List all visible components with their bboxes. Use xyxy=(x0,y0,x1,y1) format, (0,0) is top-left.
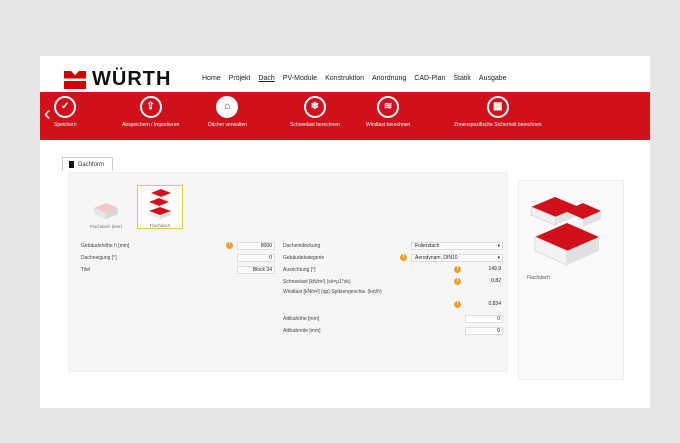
preview-caption: Flachdach xyxy=(527,275,551,281)
wurth-logo-icon xyxy=(64,70,86,89)
form-right: Dacheindeckung Foliendach Gebäudekategor… xyxy=(283,241,503,338)
nav-konstruktion[interactable]: Konstruktion xyxy=(325,75,364,82)
field-label: Schneelast [kN/m²] (sk=μ1*sk) xyxy=(283,278,351,285)
field-label: Attikabreite [mm] xyxy=(283,327,321,334)
action-toolbar: ‹ ✓ Speichern ⇪ Abspeichern / Importiere… xyxy=(40,92,650,140)
field-label: Titel xyxy=(81,266,91,273)
warning-icon[interactable]: ! xyxy=(400,254,407,261)
warning-icon[interactable]: ! xyxy=(454,266,461,273)
tab-dachform[interactable]: Dachform xyxy=(62,157,114,171)
field-label: Windlast [kN/m²] (qp) Spitzengeschw. (km… xyxy=(283,289,382,295)
flat-roof-icon xyxy=(149,189,171,219)
nav-home[interactable]: Home xyxy=(202,75,221,82)
roof-manage-icon: ⌂ xyxy=(216,96,239,118)
field-roof-covering: Dacheindeckung Foliendach xyxy=(283,241,503,250)
parapet-height-input[interactable]: 0 xyxy=(465,314,503,323)
form-left: Gebäudehöhe h [mm] ! 8000 Dachneigung [°… xyxy=(81,241,275,277)
calc-icon: ▦ xyxy=(486,96,509,118)
warning-icon[interactable]: ! xyxy=(454,301,461,308)
building-height-input[interactable]: 8000 xyxy=(237,241,275,250)
back-chevron-icon[interactable]: ‹ xyxy=(44,104,51,124)
roof-type-selector: Flachdach (leer) Flachdach xyxy=(83,185,183,229)
field-label: Attikahöhe [mm] xyxy=(283,315,320,322)
field-building-category: Gebäudekategorie ! Aerodynam. DIN10 xyxy=(283,253,503,262)
field-label: Dachneigung [°] xyxy=(81,254,117,261)
wind-load-label: Windlast berechnen xyxy=(366,122,411,128)
save-button[interactable]: ✓ Speichern xyxy=(54,96,77,128)
nav-pv-module[interactable]: PV-Module xyxy=(283,75,317,82)
nav-cad-plan[interactable]: CAD-Plan xyxy=(414,75,445,82)
nav-projekt[interactable]: Projekt xyxy=(229,75,251,82)
document-icon xyxy=(69,161,74,168)
top-navigation: Home Projekt Dach PV-Module Konstruktion… xyxy=(202,75,507,82)
snow-icon: ❄ xyxy=(303,96,326,118)
flat-roof-empty-icon xyxy=(94,203,118,219)
export-import-label: Abspeichern / Importieren xyxy=(122,122,180,128)
roof-covering-select[interactable]: Foliendach xyxy=(411,241,503,250)
tab-dachform-label: Dachform xyxy=(78,161,105,168)
field-parapet-height: Attikahöhe [mm] 0 xyxy=(283,314,503,323)
zone-safety-label: Zonenspezifische Sicherheit berechnen xyxy=(454,122,542,128)
field-parapet-width: Attikabreite [mm] 0 xyxy=(283,326,503,335)
warning-icon[interactable]: ! xyxy=(454,278,461,285)
field-label: Gebäudekategorie xyxy=(283,254,325,261)
field-label: Ausrichtung [°] xyxy=(283,266,316,273)
wind-icon: ≋ xyxy=(377,96,400,118)
export-import-button[interactable]: ⇪ Abspeichern / Importieren xyxy=(122,96,179,128)
nav-statik[interactable]: Statik xyxy=(453,75,471,82)
roof-thumb-flat-empty-label: Flachdach (leer) xyxy=(89,224,123,229)
field-label: Gebäudehöhe h [mm] xyxy=(81,242,130,249)
wurth-logo[interactable]: WÜRTH xyxy=(64,68,171,91)
roof-preview-illustration xyxy=(530,197,601,266)
roof-thumb-flat-empty[interactable]: Flachdach (leer) xyxy=(83,185,129,229)
roof-form-panel: Flachdach (leer) Flachdach Gebäudehöhe h… xyxy=(68,172,508,372)
app-window: WÜRTH Home Projekt Dach PV-Module Konstr… xyxy=(40,56,650,408)
wind-load-button[interactable]: ≋ Windlast berechnen xyxy=(366,96,410,128)
field-roof-pitch: Dachneigung [°] 0 xyxy=(81,253,275,262)
logo-text: WÜRTH xyxy=(92,68,172,90)
manage-roofs-button[interactable]: ⌂ Dächer verwalten xyxy=(208,96,247,128)
warning-icon[interactable]: ! xyxy=(226,242,233,249)
nav-dach[interactable]: Dach xyxy=(258,75,274,82)
nav-anordnung[interactable]: Anordnung xyxy=(372,75,406,82)
check-icon: ✓ xyxy=(54,96,77,118)
orientation-value: 149,9 xyxy=(488,265,501,272)
snow-load-value: 0,82 xyxy=(491,277,501,284)
field-building-height: Gebäudehöhe h [mm] ! 8000 xyxy=(81,241,275,250)
roof-pitch-input[interactable]: 0 xyxy=(237,253,275,262)
field-orientation: Ausrichtung [°] ! 149,9 xyxy=(283,265,503,274)
field-label: Dacheindeckung xyxy=(283,242,321,249)
snow-load-label: Schneelast berechnen xyxy=(290,122,340,128)
field-title: Titel Block 34 xyxy=(81,265,275,274)
roof-thumb-flat[interactable]: Flachdach xyxy=(137,185,183,229)
field-snow-load: Schneelast [kN/m²] (sk=μ1*sk) ! 0,82 xyxy=(283,277,503,286)
manage-roofs-label: Dächer verwalten xyxy=(208,122,247,128)
export-icon: ⇪ xyxy=(139,96,162,118)
wind-load-value: 0,834 xyxy=(488,301,501,307)
save-label: Speichern xyxy=(54,122,77,128)
parapet-width-input[interactable]: 0 xyxy=(465,326,503,335)
nav-ausgabe[interactable]: Ausgabe xyxy=(479,75,507,82)
snow-load-button[interactable]: ❄ Schneelast berechnen xyxy=(290,96,340,128)
zone-safety-button[interactable]: ▦ Zonenspezifische Sicherheit berechnen xyxy=(454,96,542,128)
roof-thumb-flat-label: Flachdach xyxy=(149,223,171,228)
building-category-select[interactable]: Aerodynam. DIN10 xyxy=(411,253,503,262)
roof-preview-card: Flachdach xyxy=(518,180,624,380)
field-wind-load: Windlast [kN/m²] (qp) Spitzengeschw. (km… xyxy=(283,289,503,311)
title-input[interactable]: Block 34 xyxy=(237,265,275,274)
tab-bar: Dachform xyxy=(62,156,114,172)
